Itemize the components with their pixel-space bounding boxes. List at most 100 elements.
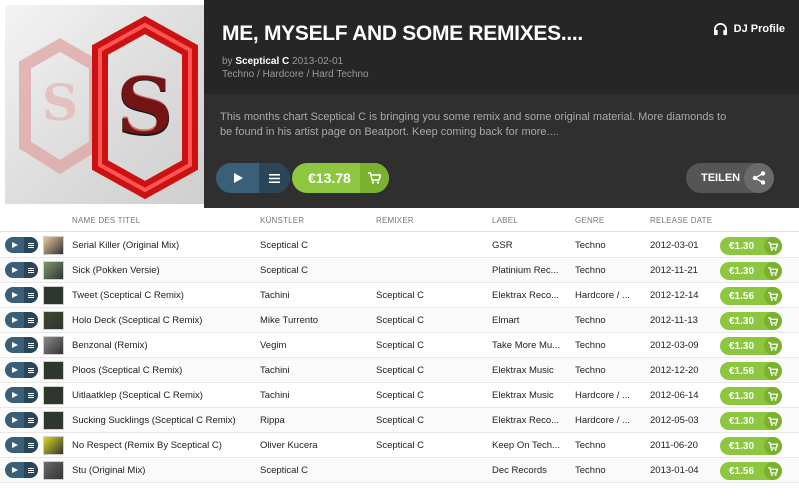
track-label[interactable]: GSR <box>492 240 562 251</box>
track-remixer[interactable]: Sceptical C <box>376 315 486 326</box>
track-artist[interactable]: Tachini <box>260 390 370 401</box>
track-genre[interactable]: Techno <box>575 365 645 376</box>
track-artwork-thumbnail[interactable] <box>43 311 64 330</box>
track-label[interactable]: Elektrax Reco... <box>492 415 562 426</box>
buy-track-button[interactable]: €1.30 <box>720 337 782 355</box>
col-genre-header[interactable]: GENRE <box>575 216 604 225</box>
track-queue-button[interactable] <box>24 337 38 353</box>
track-queue-button[interactable] <box>24 312 38 328</box>
track-artwork-thumbnail[interactable] <box>43 411 64 430</box>
release-cover-art[interactable]: S S S <box>5 5 204 204</box>
track-title[interactable]: Serial Killer (Original Mix) <box>72 240 254 251</box>
track-genre[interactable]: Techno <box>575 240 645 251</box>
track-play-button[interactable] <box>5 287 24 303</box>
track-play-button[interactable] <box>5 437 24 453</box>
share-button[interactable]: TEILEN <box>686 163 774 193</box>
track-title[interactable]: Ploos (Sceptical C Remix) <box>72 365 254 376</box>
track-label[interactable]: Elmart <box>492 315 562 326</box>
col-label-header[interactable]: LABEL <box>492 216 518 225</box>
track-artwork-thumbnail[interactable] <box>43 286 64 305</box>
track-artwork-thumbnail[interactable] <box>43 361 64 380</box>
track-artwork-thumbnail[interactable] <box>43 461 64 480</box>
track-genre[interactable]: Techno <box>575 315 645 326</box>
col-release-date-header[interactable]: RELEASE DATE <box>650 216 712 225</box>
track-remixer[interactable]: Sceptical C <box>376 440 486 451</box>
track-label[interactable]: Elektrax Music <box>492 365 562 376</box>
track-remixer[interactable]: Sceptical C <box>376 365 486 376</box>
track-play-button[interactable] <box>5 312 24 328</box>
buy-track-button[interactable]: €1.30 <box>720 437 782 455</box>
track-genre[interactable]: Techno <box>575 340 645 351</box>
table-row[interactable]: Holo Deck (Sceptical C Remix) Mike Turren… <box>0 308 799 333</box>
buy-track-button[interactable]: €1.30 <box>720 237 782 255</box>
track-play-button[interactable] <box>5 462 24 478</box>
track-artwork-thumbnail[interactable] <box>43 336 64 355</box>
track-remixer[interactable]: Sceptical C <box>376 415 486 426</box>
dj-profile-link[interactable]: DJ Profile <box>713 22 785 36</box>
table-row[interactable]: Stu (Original Mix) Sceptical C Dec Records… <box>0 458 799 483</box>
track-remixer[interactable]: Sceptical C <box>376 390 486 401</box>
track-title[interactable]: Tweet (Sceptical C Remix) <box>72 290 254 301</box>
col-artist-header[interactable]: KÜNSTLER <box>260 216 304 225</box>
track-artist[interactable]: Sceptical C <box>260 240 370 251</box>
track-artist[interactable]: Vegim <box>260 340 370 351</box>
table-row[interactable]: Sick (Pokken Versie) Sceptical C Platinium… <box>0 258 799 283</box>
release-artist-link[interactable]: Sceptical C <box>235 56 289 67</box>
track-label[interactable]: Dec Records <box>492 465 562 476</box>
track-artist[interactable]: Oliver Kucera <box>260 440 370 451</box>
buy-track-button[interactable]: €1.30 <box>720 412 782 430</box>
track-artwork-thumbnail[interactable] <box>43 386 64 405</box>
track-artist[interactable]: Rippa <box>260 415 370 426</box>
track-queue-button[interactable] <box>24 262 38 278</box>
track-title[interactable]: No Respect (Remix By Sceptical C) <box>72 440 254 451</box>
table-row[interactable]: Uitlaatklep (Sceptical C Remix) Tachini Sc… <box>0 383 799 408</box>
track-queue-button[interactable] <box>24 437 38 453</box>
track-title[interactable]: Stu (Original Mix) <box>72 465 254 476</box>
table-row[interactable]: No Respect (Remix By Sceptical C) Oliver … <box>0 433 799 458</box>
table-row[interactable]: Ploos (Sceptical C Remix) Tachini Sceptica… <box>0 358 799 383</box>
track-artwork-thumbnail[interactable] <box>43 436 64 455</box>
track-queue-button[interactable] <box>24 387 38 403</box>
track-genre[interactable]: Techno <box>575 440 645 451</box>
col-title-header[interactable]: NAME DES TITEL <box>72 216 140 225</box>
table-row[interactable]: Benzonal (Remix) Vegim Sceptical C Take Mor… <box>0 333 799 358</box>
track-artist[interactable]: Sceptical C <box>260 265 370 276</box>
track-label[interactable]: Platinium Rec... <box>492 265 562 276</box>
track-artwork-thumbnail[interactable] <box>43 236 64 255</box>
track-play-button[interactable] <box>5 237 24 253</box>
play-all-button[interactable] <box>216 163 259 193</box>
track-queue-button[interactable] <box>24 237 38 253</box>
track-artist[interactable]: Tachini <box>260 290 370 301</box>
track-remixer[interactable]: Sceptical C <box>376 290 486 301</box>
col-remixer-header[interactable]: REMIXER <box>376 216 414 225</box>
track-genre[interactable]: Hardcore / ... <box>575 290 645 301</box>
table-row[interactable]: Serial Killer (Original Mix) Sceptical C G… <box>0 233 799 258</box>
track-artist[interactable]: Mike Turrento <box>260 315 370 326</box>
track-title[interactable]: Holo Deck (Sceptical C Remix) <box>72 315 254 326</box>
track-play-button[interactable] <box>5 412 24 428</box>
track-play-button[interactable] <box>5 262 24 278</box>
add-to-queue-button[interactable] <box>259 163 290 193</box>
track-play-button[interactable] <box>5 337 24 353</box>
track-title[interactable]: Uitlaatklep (Sceptical C Remix) <box>72 390 254 401</box>
track-artist[interactable]: Tachini <box>260 365 370 376</box>
track-play-button[interactable] <box>5 362 24 378</box>
track-genre[interactable]: Techno <box>575 265 645 276</box>
table-row[interactable]: Tweet (Sceptical C Remix) Tachini Sceptica… <box>0 283 799 308</box>
buy-track-button[interactable]: €1.30 <box>720 312 782 330</box>
track-artist[interactable]: Sceptical C <box>260 465 370 476</box>
track-queue-button[interactable] <box>24 462 38 478</box>
track-remixer[interactable]: Sceptical C <box>376 340 486 351</box>
buy-track-button[interactable]: €1.30 <box>720 387 782 405</box>
track-artwork-thumbnail[interactable] <box>43 261 64 280</box>
track-title[interactable]: Sucking Sucklings (Sceptical C Remix) <box>72 415 254 426</box>
track-title[interactable]: Sick (Pokken Versie) <box>72 265 254 276</box>
table-row[interactable]: Sucking Sucklings (Sceptical C Remix) Rip… <box>0 408 799 433</box>
track-label[interactable]: Elektrax Reco... <box>492 290 562 301</box>
track-genre[interactable]: Hardcore / ... <box>575 415 645 426</box>
buy-track-button[interactable]: €1.56 <box>720 287 782 305</box>
track-genre[interactable]: Techno <box>575 465 645 476</box>
buy-release-button[interactable]: €13.78 <box>292 163 389 193</box>
track-label[interactable]: Take More Mu... <box>492 340 562 351</box>
buy-track-button[interactable]: €1.30 <box>720 262 782 280</box>
